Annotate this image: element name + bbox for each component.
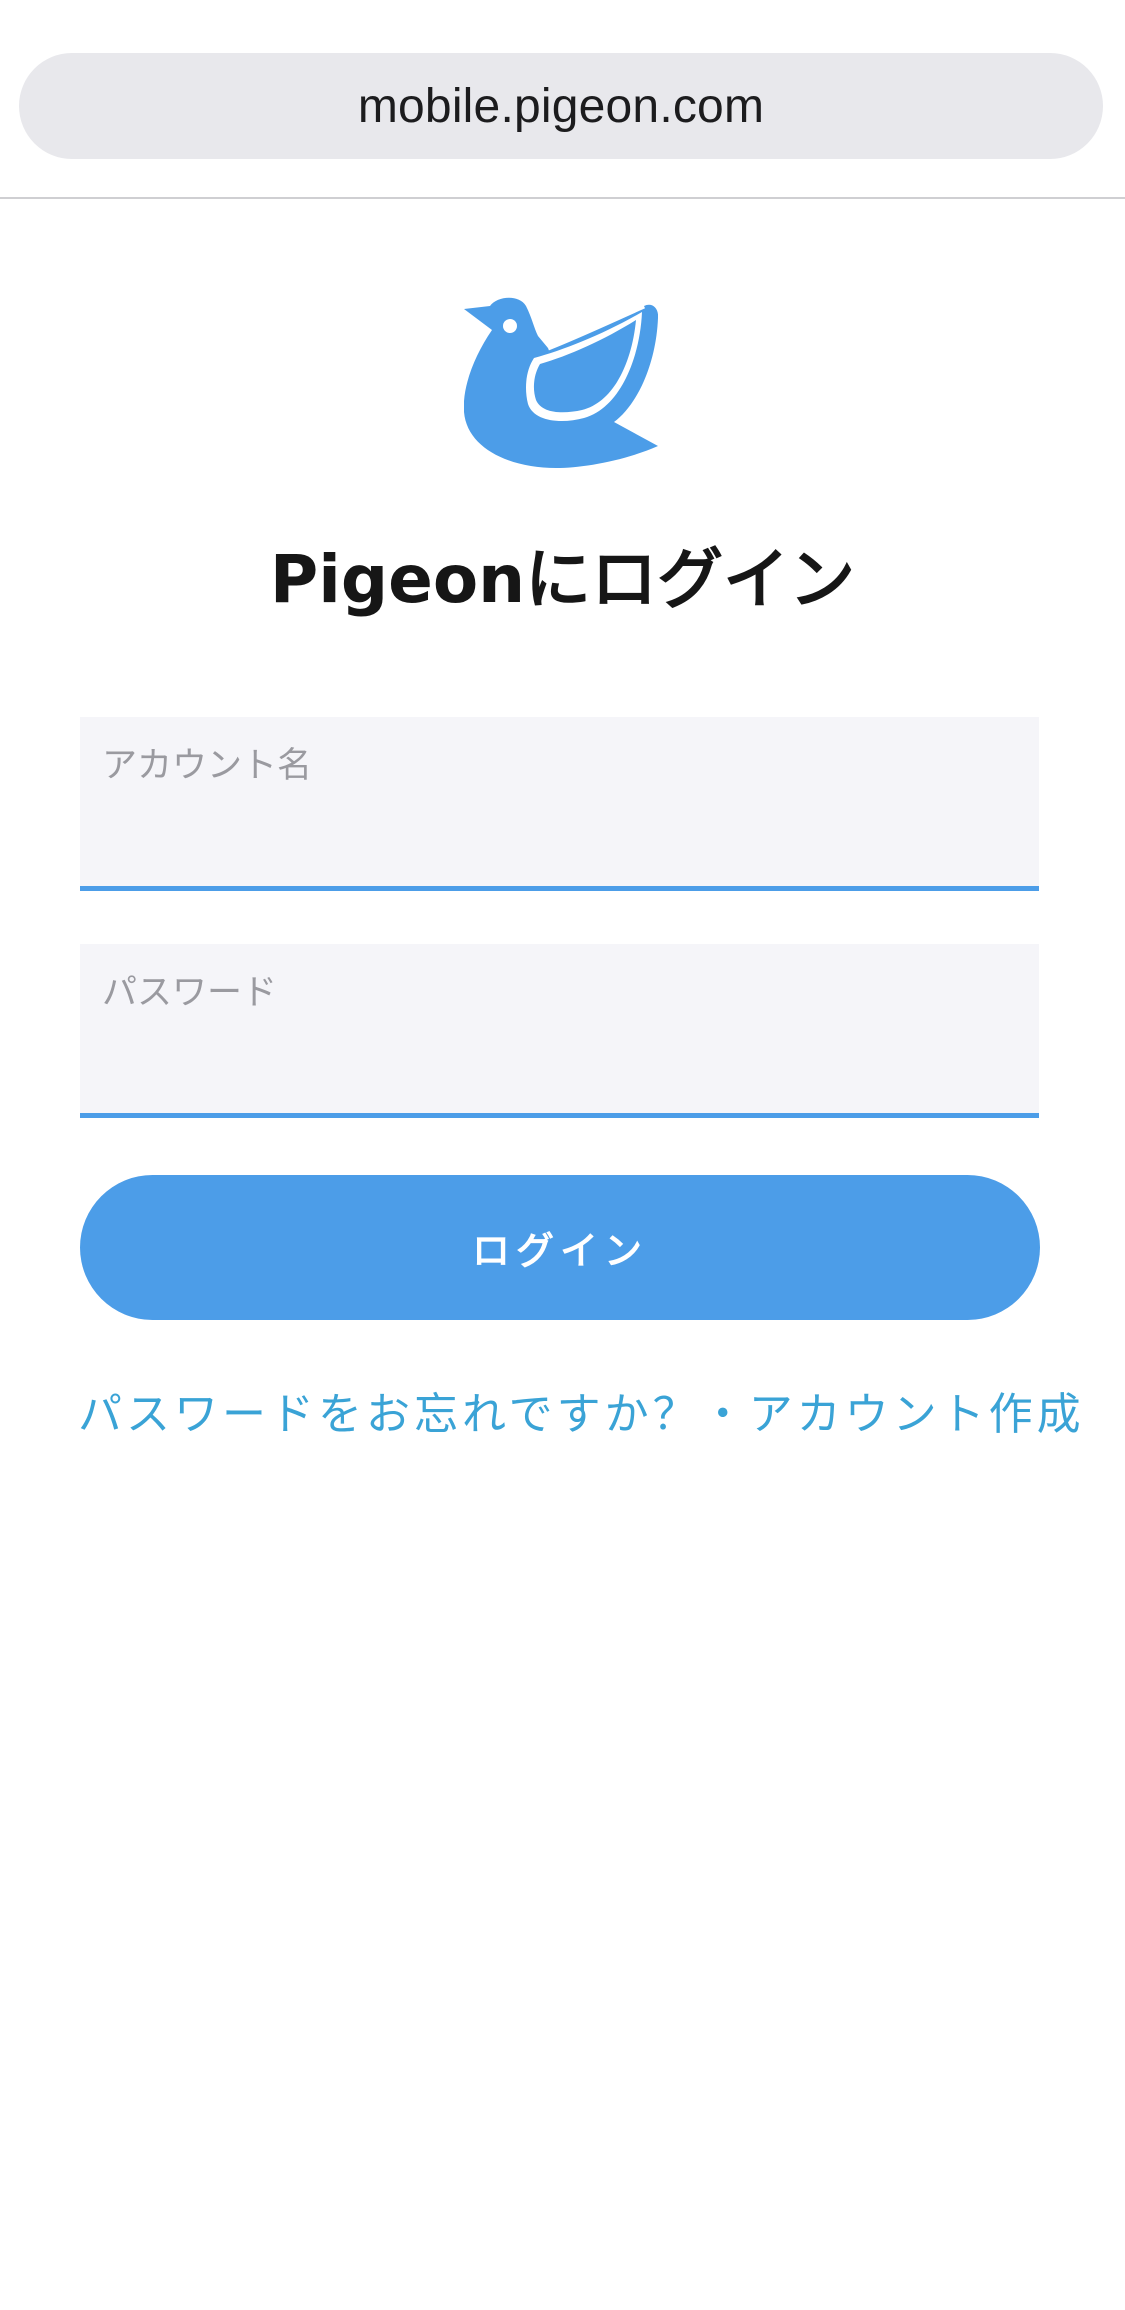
forgot-password-link[interactable]: パスワードをお忘れですか？: [78, 1389, 701, 1440]
url-field[interactable]: mobile.pigeon.com: [19, 53, 1103, 159]
login-button-label: ログイン: [471, 1229, 648, 1273]
password-input[interactable]: [102, 1022, 1016, 1094]
account-name-label: アカウント名: [102, 746, 313, 786]
login-page: mobile.pigeon.com Pigeonにログイン アカウント名 パスワ…: [0, 0, 1125, 2310]
account-name-input[interactable]: [102, 795, 1016, 867]
password-label: パスワード: [102, 973, 278, 1013]
account-name-field[interactable]: アカウント名: [80, 717, 1039, 891]
account-links: パスワードをお忘れですか？・アカウント作成: [78, 1385, 1081, 1445]
browser-address-bar: mobile.pigeon.com: [0, 0, 1125, 199]
page-title: Pigeonにログイン: [269, 541, 856, 618]
password-field[interactable]: パスワード: [80, 944, 1039, 1118]
link-separator: ・: [700, 1389, 749, 1440]
login-button[interactable]: ログイン: [80, 1175, 1040, 1320]
create-account-link[interactable]: アカウント作成: [749, 1389, 1085, 1440]
pigeon-logo-icon: [464, 297, 658, 468]
url-text: mobile.pigeon.com: [357, 79, 765, 133]
